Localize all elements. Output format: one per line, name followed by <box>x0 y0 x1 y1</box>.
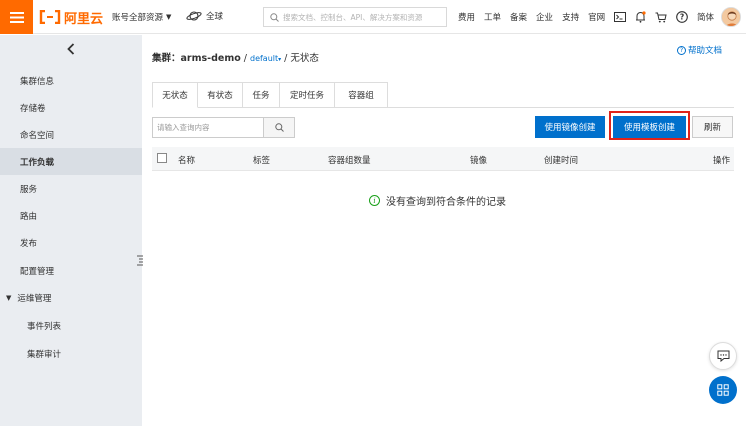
sidebar-item-routes[interactable]: 路由 <box>0 202 142 229</box>
column-header-created[interactable]: 创建时间 <box>544 154 578 166</box>
sidebar-collapse-button[interactable] <box>0 35 142 63</box>
nav-link-tickets[interactable]: 工单 <box>484 11 501 23</box>
sidebar: 集群信息 存储卷 命名空间 工作负载 服务 路由 发布 配置管理 ▼ 运维管理 … <box>0 35 144 426</box>
nav-link-support[interactable]: 支持 <box>562 11 579 23</box>
tab-stateful[interactable]: 有状态 <box>198 82 243 108</box>
column-header-actions: 操作 <box>713 156 731 166</box>
column-header-image: 镜像 <box>470 156 488 166</box>
info-icon: i <box>369 195 380 206</box>
nav-link-official-site[interactable]: 官网 <box>588 11 605 23</box>
caret-down-icon: ▼ <box>166 13 172 21</box>
column-header-name[interactable]: 名称 <box>178 154 195 166</box>
workload-tabs: 无状态 有状态 任务 定时任务 容器组 <box>152 82 388 108</box>
help-docs-link[interactable]: ? 帮助文档 <box>677 44 722 56</box>
language-switcher[interactable]: 简体 <box>697 11 714 23</box>
aliyun-logo[interactable]: 阿里云 <box>39 8 104 27</box>
grid-icon <box>717 384 729 396</box>
column-header-labels: 标签 <box>253 156 271 166</box>
create-from-image-button[interactable]: 使用镜像创建 <box>535 116 605 138</box>
chevron-left-icon <box>67 43 75 55</box>
create-from-template-button[interactable]: 使用模板创建 <box>613 116 686 138</box>
globe-orbit-icon <box>186 11 202 21</box>
nav-link-enterprise[interactable]: 企业 <box>536 11 553 23</box>
nav-link-icp[interactable]: 备案 <box>510 11 527 23</box>
global-search[interactable] <box>263 7 447 27</box>
namespace-dropdown[interactable]: default▾ <box>250 54 281 63</box>
empty-state-text: 没有查询到符合条件的记录 <box>386 197 506 208</box>
svg-text:?: ? <box>680 13 684 22</box>
column-header-pod-count: 容器组数量 <box>328 156 371 166</box>
tabs-divider <box>388 107 734 108</box>
tab-stateless[interactable]: 无状态 <box>152 82 198 108</box>
menu-icon[interactable] <box>0 0 33 34</box>
breadcrumb: 集群： arms-demo / default▾ / 无状态 <box>152 50 319 64</box>
aliyun-logo-mark-icon <box>39 10 61 24</box>
chat-icon <box>717 350 729 362</box>
sidebar-item-volumes[interactable]: 存储卷 <box>0 94 142 121</box>
bell-icon[interactable] <box>633 10 647 24</box>
breadcrumb-prefix: 集群： <box>152 53 181 64</box>
sidebar-item-cluster-info[interactable]: 集群信息 <box>0 67 142 94</box>
sidebar-item-config[interactable]: 配置管理 <box>0 257 142 284</box>
top-navigation-bar: 阿里云 账号全部资源 ▼ 全球 费用 工单 备案 企业 支持 官网 ? 简体 <box>0 0 746 34</box>
sidebar-group-label: 运维管理 <box>17 293 52 304</box>
breadcrumb-cluster[interactable]: arms-demo <box>181 53 241 64</box>
breadcrumb-current: 无状态 <box>290 53 319 64</box>
namespace-label: default <box>249 54 279 63</box>
logo-text: 阿里云 <box>64 11 104 27</box>
help-circle-icon: ? <box>677 45 686 55</box>
account-resources-dropdown[interactable]: 账号全部资源 ▼ <box>112 11 171 23</box>
caret-down-icon: ▾ <box>278 56 282 63</box>
region-label: 全球 <box>206 12 224 22</box>
query-search-button[interactable] <box>263 117 295 138</box>
app-grid-button[interactable] <box>709 376 737 404</box>
avatar[interactable] <box>721 7 741 27</box>
breadcrumb-separator: / <box>284 53 288 64</box>
sidebar-item-audit[interactable]: 集群审计 <box>0 340 142 367</box>
sidebar-group-operations[interactable]: ▼ 运维管理 <box>0 284 142 311</box>
help-circle-icon[interactable]: ? <box>675 10 689 24</box>
region-selector[interactable]: 全球 <box>186 10 223 22</box>
tab-jobs[interactable]: 任务 <box>243 82 280 108</box>
cart-icon[interactable] <box>654 10 668 24</box>
search-icon <box>270 12 279 22</box>
top-nav-links: 费用 工单 备案 企业 支持 官网 <box>458 11 614 23</box>
refresh-button[interactable]: 刷新 <box>692 116 733 138</box>
sidebar-item-services[interactable]: 服务 <box>0 175 142 202</box>
table-header: 名称 标签 容器组数量 镜像 创建时间 操作 <box>152 147 734 171</box>
account-resources-label: 账号全部资源 <box>112 13 164 23</box>
sidebar-item-workloads[interactable]: 工作负载 <box>0 148 142 175</box>
sidebar-item-namespaces[interactable]: 命名空间 <box>0 121 142 148</box>
nav-link-billing[interactable]: 费用 <box>458 11 475 23</box>
global-search-input[interactable] <box>283 12 443 22</box>
search-icon <box>274 123 284 132</box>
tab-cronjobs[interactable]: 定时任务 <box>280 82 335 108</box>
query-input[interactable] <box>152 117 264 138</box>
feedback-chat-button[interactable] <box>709 342 737 370</box>
caret-down-icon: ▼ <box>6 293 12 302</box>
select-all-checkbox[interactable] <box>157 153 167 163</box>
empty-state: i 没有查询到符合条件的记录 <box>369 193 506 208</box>
sidebar-resize-handle-icon[interactable] <box>136 254 144 266</box>
tab-pods[interactable]: 容器组 <box>335 82 388 108</box>
sidebar-item-events[interactable]: 事件列表 <box>0 312 142 339</box>
terminal-icon[interactable] <box>613 10 627 24</box>
sidebar-item-releases[interactable]: 发布 <box>0 229 142 256</box>
breadcrumb-separator: / <box>243 53 247 64</box>
help-docs-label: 帮助文档 <box>688 46 723 56</box>
